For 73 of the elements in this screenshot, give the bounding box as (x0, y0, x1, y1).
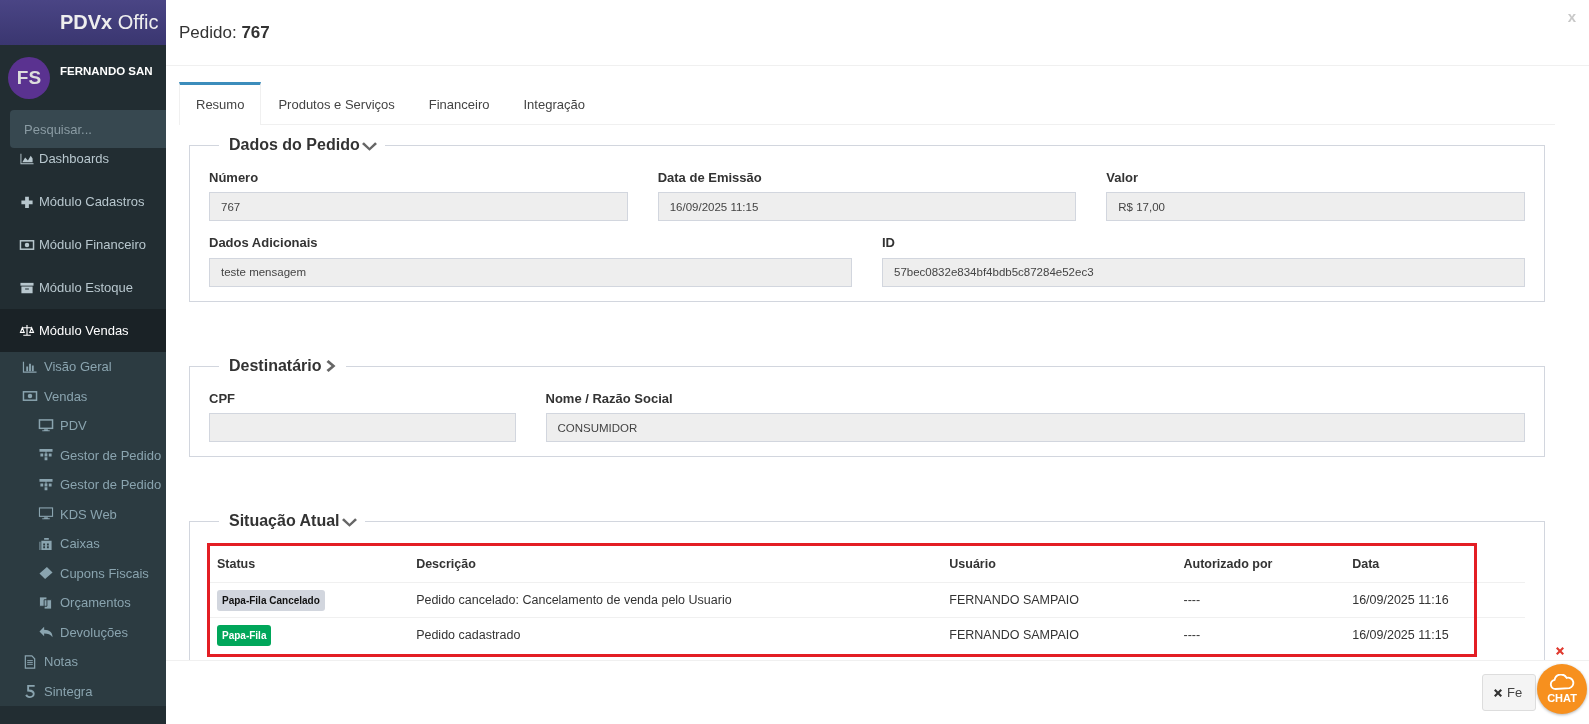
status-badge: Papa-Fila (217, 625, 272, 647)
field-label: Dados Adicionais (209, 234, 318, 253)
field-label: CPF (209, 389, 235, 408)
bar-chart-icon (22, 359, 38, 374)
menu-item[interactable]: Módulo Estoque (0, 266, 166, 309)
user-name: FERNANDO SAN (60, 64, 153, 79)
table-cell: Pedido cadastrado (408, 617, 942, 653)
table-cell: 16/09/2025 11:15 (1344, 617, 1525, 653)
menu-item[interactable]: Módulo Vendas (0, 309, 166, 352)
menu-item[interactable]: Devoluções (0, 617, 166, 647)
table-cell: ---- (1175, 582, 1345, 618)
user-avatar: FS (8, 57, 50, 99)
field-label: Data de Emissão (657, 168, 762, 187)
chart-icon (19, 151, 35, 166)
field-label: ID (882, 234, 895, 253)
close-button[interactable]: Fe (1482, 674, 1536, 711)
input-field[interactable] (209, 413, 516, 443)
field-label: Valor (1106, 168, 1139, 187)
calculator-icon (38, 536, 54, 551)
field-label: Nome / Razão Social (545, 389, 673, 408)
status-badge: Papa-Fila Cancelado (217, 589, 325, 611)
menu-item[interactable]: Notas (0, 647, 166, 677)
app-title: PDVx Offic (0, 0, 166, 45)
close-icon[interactable] (1555, 646, 1565, 656)
cloud-icon (1549, 674, 1575, 691)
menu-item[interactable]: Gestor de Pedido (0, 470, 166, 500)
input-field[interactable]: 57bec0832e834bf4bdb5c87284e52ec3 (882, 257, 1525, 287)
copy-icon (38, 595, 54, 610)
section-title: Destinatário (229, 355, 322, 376)
menu-item[interactable]: Visão Geral (0, 352, 166, 382)
search-field[interactable]: Pesquisar... (10, 110, 166, 148)
scale-icon (19, 323, 35, 338)
close-icon (1493, 687, 1503, 698)
column-header: Usuário (941, 545, 1176, 583)
money-icon (22, 389, 38, 404)
input-field[interactable]: 16/09/2025 11:15 (657, 192, 1077, 222)
money-icon (19, 237, 35, 252)
monitor-icon (38, 507, 54, 522)
menu-item[interactable]: Vendas (0, 381, 166, 411)
input-field[interactable]: teste mensagem (209, 257, 852, 287)
column-header: Descrição (408, 545, 942, 583)
archive-icon (19, 280, 35, 295)
table-cell: FERNANDO SAMPAIO (941, 582, 1176, 618)
column-header: Autorizado por (1175, 545, 1345, 583)
table-cell: 16/09/2025 11:16 (1344, 582, 1525, 618)
menu-item[interactable]: PDV (0, 411, 166, 441)
column-header: Status (209, 545, 409, 583)
menu-item[interactable]: Orçamentos (0, 588, 166, 618)
tab[interactable]: Resumo (179, 82, 262, 125)
table-cell: ---- (1175, 617, 1345, 653)
menu-item[interactable]: Sintegra (0, 676, 166, 706)
plus-icon (19, 194, 35, 209)
table-cell: FERNANDO SAMPAIO (941, 617, 1176, 653)
menu-item[interactable]: Gestor de Pedido (0, 440, 166, 470)
hierarchy-icon (38, 448, 54, 463)
five-icon (22, 684, 38, 699)
field-label: Número (209, 168, 259, 187)
modal-title: Pedido: 767 (179, 21, 270, 44)
input-field[interactable]: CONSUMIDOR (545, 413, 1525, 443)
section-title: Dados do Pedido (229, 135, 360, 155)
table-cell: Pedido cancelado: Cancelamento de venda pelo Usuario (408, 582, 942, 618)
menu-item[interactable]: Módulo Financeiro (0, 223, 166, 266)
menu-item[interactable]: Caixas (0, 529, 166, 559)
section-title: Situação Atual (229, 511, 340, 532)
column-header: Data (1344, 545, 1525, 583)
input-field[interactable]: 767 (209, 192, 628, 222)
menu-item[interactable]: KDS Web (0, 499, 166, 529)
document-icon (22, 654, 38, 669)
hierarchy-icon (38, 477, 54, 492)
monitor-icon (38, 418, 54, 433)
input-field[interactable]: R$ 17,00 (1106, 192, 1525, 222)
menu-item[interactable]: Cupons Fiscais (0, 558, 166, 588)
menu-item[interactable]: Módulo Cadastros (0, 180, 166, 223)
